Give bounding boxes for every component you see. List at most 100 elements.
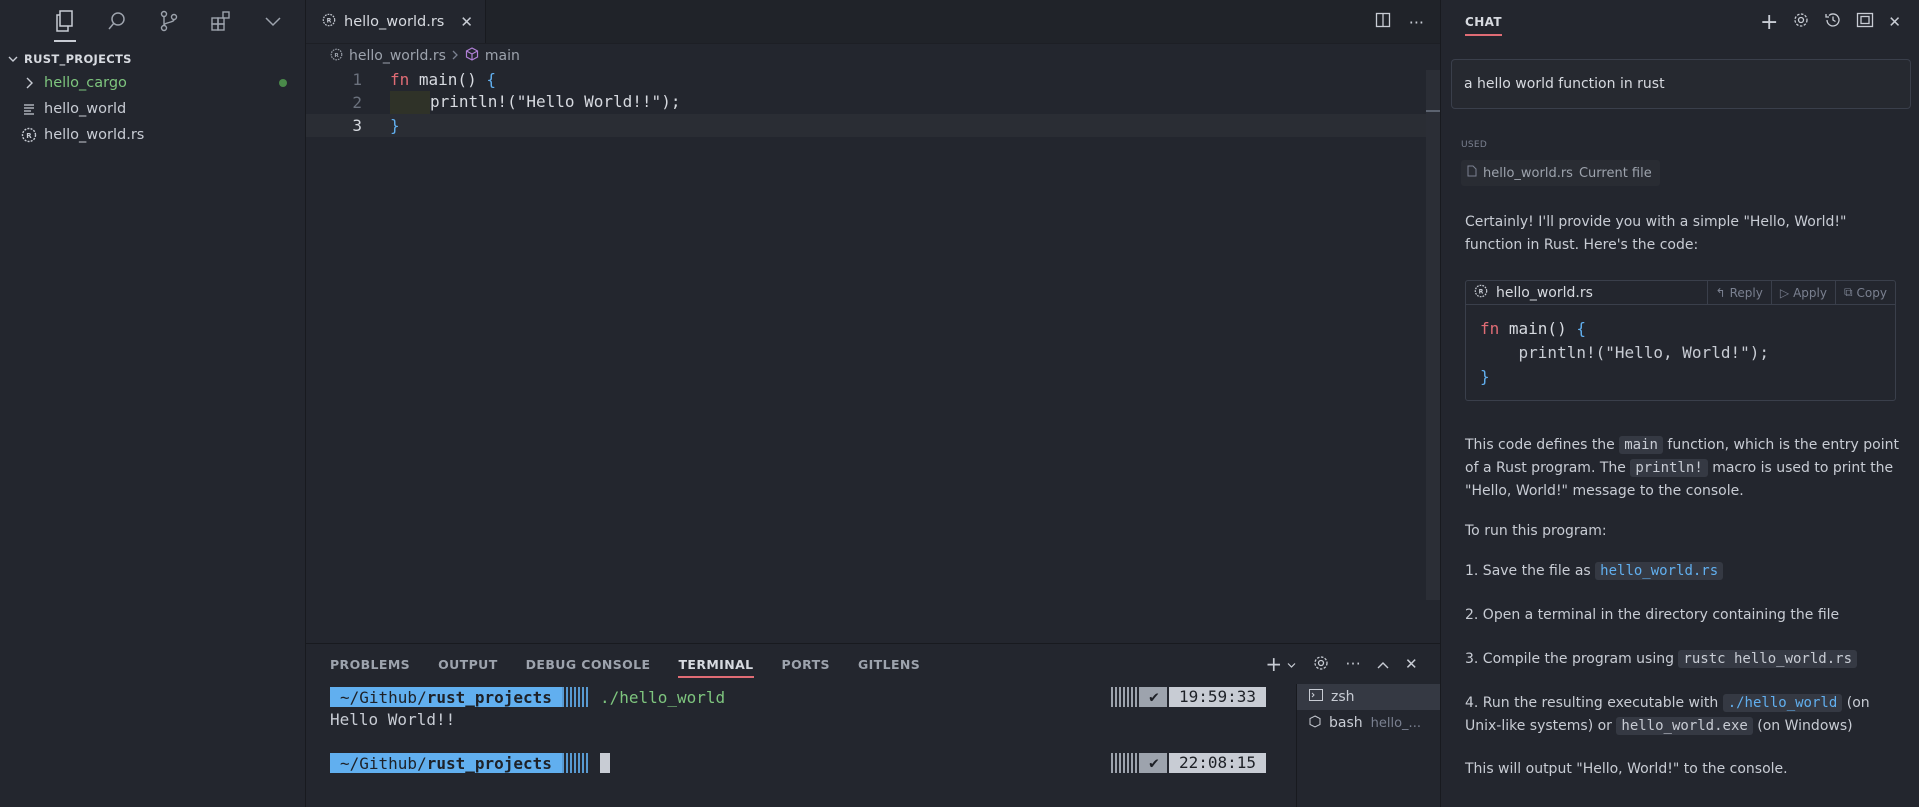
used-file-note: Current file — [1578, 165, 1652, 181]
snippet-line: } — [1480, 365, 1895, 389]
line-number: 3 — [352, 116, 362, 135]
plus-icon[interactable]: + — [1760, 10, 1778, 35]
snippet-code: fn main() { println!("Hello, World!");} — [1466, 305, 1895, 389]
brace: { — [1576, 319, 1586, 338]
step-text: 1. Save the file as — [1465, 563, 1596, 579]
source-control-icon[interactable] — [154, 0, 184, 42]
close-icon[interactable]: ✕ — [1888, 13, 1901, 31]
chat-header: CHAT + ✕ — [1441, 0, 1919, 44]
apply-button[interactable]: ▷ Apply — [1770, 281, 1835, 304]
reply-button[interactable]: ↰ Reply — [1706, 281, 1771, 304]
check-icon: ✔ — [1140, 687, 1167, 707]
code-text: } — [362, 116, 400, 135]
check-icon: ✔ — [1140, 753, 1167, 773]
terminal-prompt: ~/Github/rust_projects — [330, 753, 562, 773]
tree-item-label: hello_cargo — [44, 75, 127, 91]
terminal-icon — [1309, 689, 1323, 705]
more-actions-icon[interactable]: ··· — [1346, 655, 1362, 673]
step-text: 3. Compile the program using — [1465, 651, 1679, 667]
breadcrumb-file[interactable]: hello_world.rs — [349, 48, 446, 64]
file-icon — [1467, 165, 1477, 181]
tab-terminal[interactable]: TERMINAL — [678, 644, 754, 684]
chevron-down-icon[interactable] — [258, 0, 288, 42]
tree-item-hello-world-rs[interactable]: R hello_world.rs — [0, 122, 305, 148]
prompt-dir: rust_projects — [426, 753, 552, 773]
breadcrumb: R hello_world.rs main — [306, 44, 1440, 68]
terminal-item-zsh[interactable]: zsh — [1297, 684, 1440, 710]
editor-area: R hello_world.rs ✕ ··· R hello_world.rs … — [306, 0, 1440, 643]
extensions-icon[interactable] — [206, 0, 236, 42]
code-line-current: 3 } — [306, 114, 1440, 137]
editor-actions: ··· — [1375, 0, 1424, 44]
history-icon[interactable] — [1824, 11, 1842, 33]
inline-code-link[interactable]: ./hello_world — [1722, 694, 1843, 712]
prompt-path: ~/Github/ — [340, 687, 427, 707]
keyword: fn — [1480, 319, 1500, 338]
tab-hello-world-rs[interactable]: R hello_world.rs ✕ — [306, 0, 486, 43]
binary-file-icon — [20, 101, 38, 117]
maximize-icon[interactable] — [1856, 12, 1874, 32]
terminal-list: zsh bash hello_... — [1296, 684, 1440, 807]
copy-button[interactable]: ⧉ Copy — [1834, 281, 1895, 304]
snippet-line: fn main() { — [1480, 317, 1895, 341]
inline-code: main — [1619, 436, 1663, 454]
chat-title[interactable]: CHAT — [1465, 0, 1502, 44]
terminal-command: ./hello_world — [599, 687, 726, 707]
terminal-item-bash[interactable]: bash hello_... — [1297, 710, 1440, 736]
step-4: 4. Run the resulting executable with ./h… — [1465, 692, 1905, 738]
chat-intro: Certainly! I'll provide you with a simpl… — [1465, 214, 1847, 253]
brace: } — [390, 116, 400, 135]
tab-problems[interactable]: PROBLEMS — [330, 644, 410, 684]
explorer-icon[interactable] — [50, 0, 80, 42]
line-number: 1 — [352, 70, 362, 89]
breadcrumb-symbol[interactable]: main — [485, 48, 520, 64]
explain-text: This code defines the — [1465, 437, 1620, 453]
explorer-section-header[interactable]: RUST_PROJECTS — [0, 48, 305, 70]
snippet-file: R hello_world.rs — [1466, 284, 1593, 302]
used-file-chip[interactable]: hello_world.rs Current file — [1461, 160, 1660, 186]
tree-item-label: hello_world.rs — [44, 127, 145, 143]
code-line: 1 fn main() { — [306, 68, 1440, 91]
split-editor-icon[interactable] — [1375, 12, 1391, 32]
tab-output[interactable]: OUTPUT — [438, 644, 498, 684]
close-icon[interactable]: ✕ — [460, 13, 473, 31]
snippet-line: println!("Hello, World!"); — [1480, 343, 1769, 362]
reply-label: Reply — [1729, 285, 1763, 300]
search-icon[interactable] — [102, 0, 132, 42]
prompt-separator — [561, 687, 590, 707]
editor-scrollbar[interactable] — [1426, 70, 1440, 600]
tree-item-hello-cargo[interactable]: hello_cargo — [0, 70, 305, 96]
chat-outro: This will output "Hello, World!" to the … — [1465, 761, 1788, 777]
scrollbar-cursor-mark — [1426, 110, 1440, 112]
inline-code-link[interactable]: hello_world.rs — [1595, 562, 1724, 580]
chat-user-query: a hello world function in rust — [1451, 59, 1911, 109]
more-actions-icon[interactable]: ··· — [1409, 13, 1424, 32]
package-icon — [1309, 714, 1321, 732]
editor-tabbar: R hello_world.rs ✕ ··· — [306, 0, 1440, 44]
tab-debug-console[interactable]: DEBUG CONSOLE — [526, 644, 651, 684]
tree-item-hello-world[interactable]: hello_world — [0, 96, 305, 122]
panel-tabs: PROBLEMS OUTPUT DEBUG CONSOLE TERMINAL P… — [306, 644, 1440, 684]
prompt-time: 22:08:15 — [1168, 753, 1266, 773]
fn-signature: main() — [1499, 319, 1577, 338]
status-separator — [1110, 753, 1141, 773]
code-editor[interactable]: 1 fn main() { 2 println!("Hello World!!"… — [306, 68, 1440, 137]
new-terminal-icon[interactable]: + — [1265, 652, 1282, 676]
chevron-up-icon[interactable] — [1377, 657, 1389, 672]
gear-icon[interactable] — [1312, 654, 1330, 675]
prompt-status: ✔ 19:59:33 — [1110, 687, 1266, 707]
snippet-actions: ↰ Reply ▷ Apply ⧉ Copy — [1706, 281, 1895, 304]
terminal-view[interactable]: ~/Github/rust_projects ./hello_world ✔ 1… — [330, 684, 1266, 807]
rust-file-icon: R — [322, 13, 336, 31]
code-text: fn main() { — [362, 70, 496, 89]
gear-icon[interactable] — [1792, 11, 1810, 33]
inline-code: println! — [1630, 459, 1708, 477]
tab-ports[interactable]: PORTS — [782, 644, 830, 684]
chevron-down-icon[interactable] — [1287, 657, 1296, 672]
close-icon[interactable]: ✕ — [1405, 655, 1418, 673]
line-number: 2 — [352, 93, 362, 112]
tab-gitlens[interactable]: GITLENS — [858, 644, 920, 684]
prompt-time: 19:59:33 — [1168, 687, 1266, 707]
step-text: (on Windows) — [1752, 718, 1853, 734]
